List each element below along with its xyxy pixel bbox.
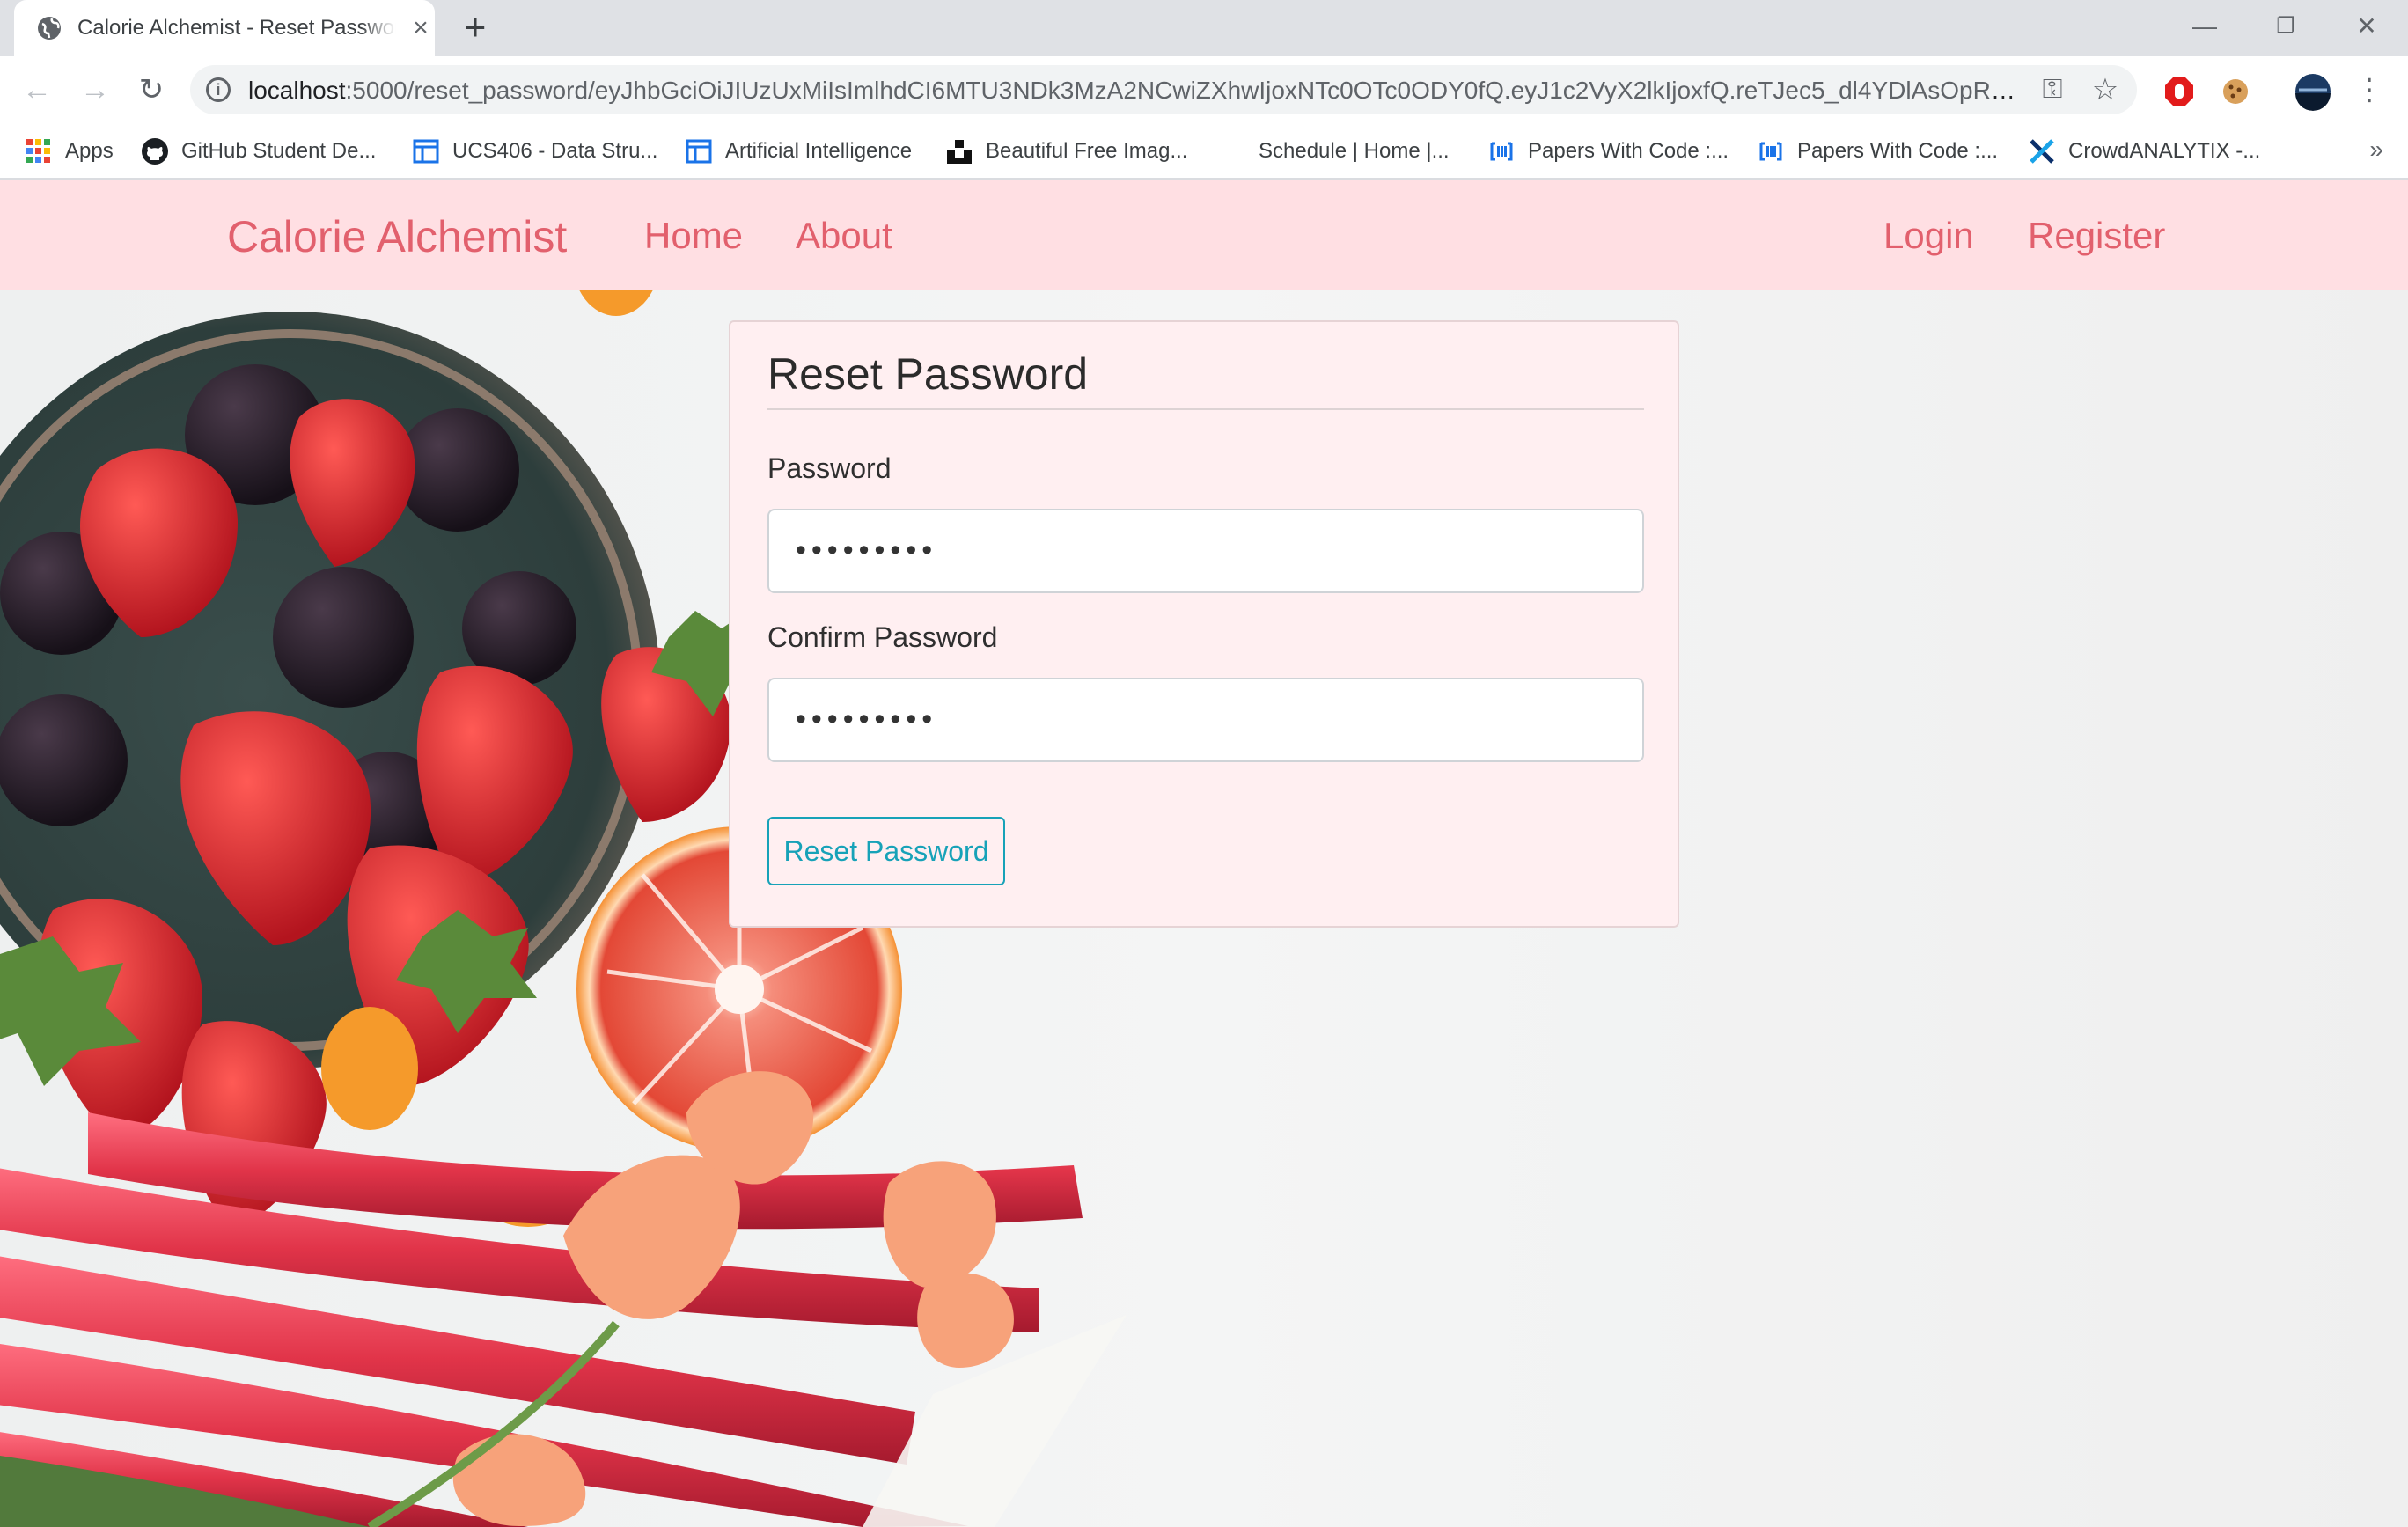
github-icon bbox=[142, 138, 168, 165]
bookmark-label: Papers With Code :... bbox=[1797, 139, 1999, 163]
cookie-extension-icon[interactable] bbox=[2218, 74, 2253, 109]
adblock-extension-icon[interactable] bbox=[2162, 74, 2197, 109]
bookmark-apps[interactable]: Apps bbox=[25, 136, 114, 167]
confirm-password-input[interactable]: ••••••••• bbox=[767, 678, 1644, 762]
key-icon[interactable]: ⚿ bbox=[2035, 74, 2070, 106]
bookmark-label: UCS406 - Data Stru... bbox=[452, 139, 658, 163]
globe-icon bbox=[38, 17, 61, 40]
bookmark-star-icon[interactable]: ☆ bbox=[2088, 72, 2123, 107]
nav-link-login[interactable]: Login bbox=[1883, 215, 1974, 257]
bookmark-label: Artificial Intelligence bbox=[725, 139, 913, 163]
blank-icon bbox=[1218, 137, 1246, 165]
bookmark-label: Papers With Code :... bbox=[1528, 139, 1729, 163]
apps-grid-icon bbox=[26, 139, 50, 163]
tab-close-icon[interactable]: × bbox=[407, 14, 435, 42]
tab-title: Calorie Alchemist - Reset Password bbox=[77, 16, 396, 40]
bookmark-github-student[interactable]: GitHub Student De... bbox=[141, 136, 376, 167]
browser-tab-active[interactable]: Calorie Alchemist - Reset Password × bbox=[14, 0, 435, 56]
page-viewport: Calorie Alchemist Home About Login Regis… bbox=[0, 180, 2408, 1527]
password-label: Password bbox=[767, 452, 892, 484]
window-minimize-button[interactable]: — bbox=[2174, 7, 2235, 46]
title-divider bbox=[767, 408, 1644, 410]
bookmark-label: Schedule | Home |... bbox=[1259, 139, 1450, 163]
bookmarks-overflow-icon[interactable]: » bbox=[2369, 136, 2383, 164]
browser-toolbar: ← → ↻ i localhost:5000/reset_password/ey… bbox=[0, 56, 2408, 123]
browser-tabstrip: Calorie Alchemist - Reset Password × + —… bbox=[0, 0, 2408, 56]
url-host: localhost bbox=[248, 77, 346, 104]
window-close-button[interactable]: ✕ bbox=[2336, 7, 2397, 46]
page-layout-icon bbox=[686, 139, 712, 164]
nav-link-register[interactable]: Register bbox=[2028, 215, 2165, 257]
bookmark-papers-with-code-1[interactable]: Papers With Code :... bbox=[1487, 136, 1729, 167]
browser-menu-icon[interactable]: ⋮ bbox=[2352, 72, 2387, 107]
address-url[interactable]: localhost:5000/reset_password/eyJhbGciOi… bbox=[248, 77, 2017, 105]
bookmarks-bar: Apps GitHub Student De... UCS406 - Data … bbox=[0, 123, 2408, 180]
bookmark-label: Beautiful Free Imag... bbox=[986, 139, 1188, 163]
back-arrow-icon[interactable]: ← bbox=[19, 72, 55, 107]
bookmark-crowdanalytix[interactable]: CrowdANALYTIX -... bbox=[2028, 136, 2260, 167]
paperswithcode-icon bbox=[1759, 142, 1782, 161]
bookmark-artificial-intelligence[interactable]: Artificial Intelligence bbox=[685, 136, 912, 167]
unsplash-icon bbox=[947, 140, 972, 164]
site-info-icon[interactable]: i bbox=[206, 77, 231, 102]
bookmark-beautiful-free-images[interactable]: Beautiful Free Imag... bbox=[945, 136, 1187, 167]
password-input[interactable]: ••••••••• bbox=[767, 509, 1644, 593]
reset-password-button[interactable]: Reset Password bbox=[767, 817, 1005, 885]
site-brand-link[interactable]: Calorie Alchemist bbox=[227, 211, 567, 262]
reload-icon[interactable]: ↻ bbox=[134, 72, 169, 107]
crowdanalytix-icon bbox=[2030, 139, 2054, 164]
address-bar[interactable]: i localhost:5000/reset_password/eyJhbGci… bbox=[190, 65, 2137, 114]
confirm-password-label: Confirm Password bbox=[767, 621, 998, 653]
site-navbar: Calorie Alchemist Home About Login Regis… bbox=[0, 180, 2408, 290]
paperswithcode-icon bbox=[1490, 142, 1513, 161]
bookmark-label: Apps bbox=[65, 139, 114, 163]
bookmark-papers-with-code-2[interactable]: Papers With Code :... bbox=[1757, 136, 1998, 167]
window-restore-button[interactable]: ❐ bbox=[2255, 7, 2316, 46]
profile-avatar[interactable] bbox=[2294, 72, 2332, 111]
form-title: Reset Password bbox=[767, 349, 1089, 399]
bookmark-ucs406[interactable]: UCS406 - Data Stru... bbox=[412, 136, 657, 167]
bookmark-schedule-home[interactable]: Schedule | Home |... bbox=[1218, 136, 1450, 167]
bookmark-label: GitHub Student De... bbox=[181, 139, 377, 163]
nav-link-home[interactable]: Home bbox=[644, 215, 743, 257]
nav-link-about[interactable]: About bbox=[796, 215, 892, 257]
page-layout-icon bbox=[413, 139, 439, 164]
url-path: :5000/reset_password/eyJhbGciOiJIUzUxMiI… bbox=[345, 77, 2017, 104]
reset-password-card: Reset Password Password ••••••••• Confir… bbox=[729, 320, 1679, 928]
forward-arrow-icon[interactable]: → bbox=[77, 72, 113, 107]
bookmark-label: CrowdANALYTIX -... bbox=[2068, 139, 2261, 163]
new-tab-button[interactable]: + bbox=[458, 9, 493, 46]
